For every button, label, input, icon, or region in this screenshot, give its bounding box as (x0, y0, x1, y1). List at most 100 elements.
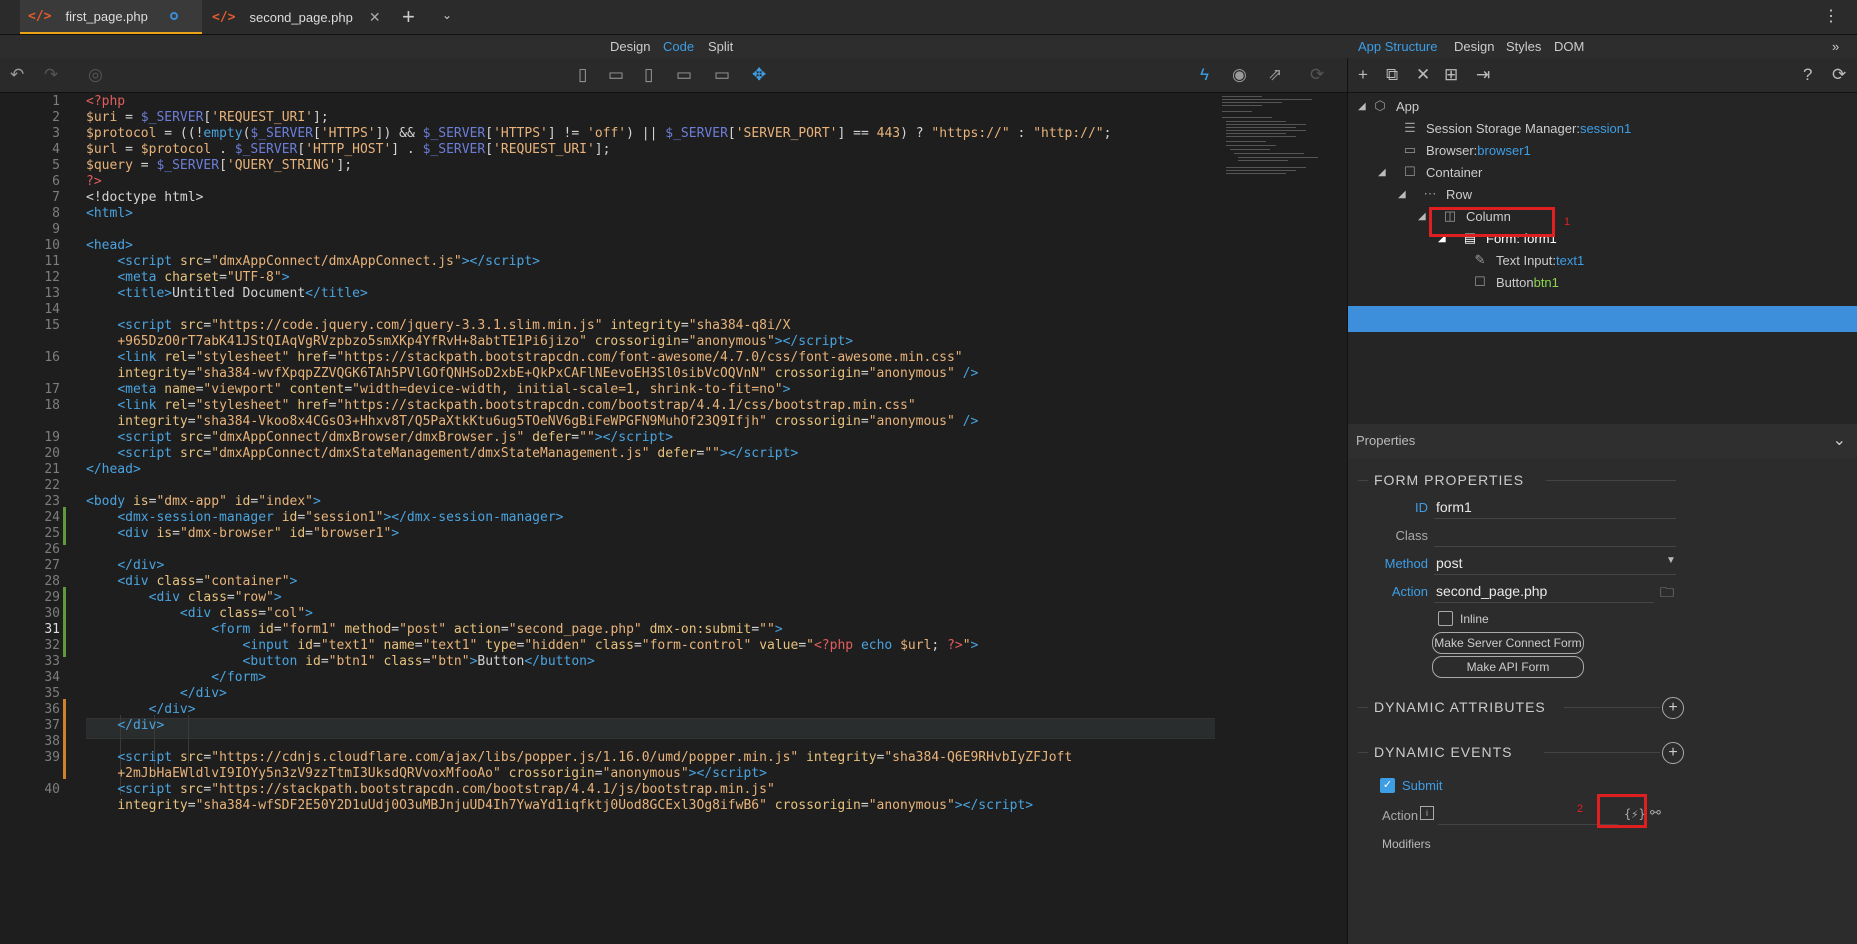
split-view-button[interactable]: Split (708, 39, 733, 54)
eye-preview-icon[interactable]: ◉ (1232, 65, 1247, 85)
code-line[interactable]: $uri = $_SERVER['REQUEST_URI']; (86, 110, 329, 125)
expand-panel-icon[interactable]: » (1832, 39, 1839, 54)
code-line[interactable]: ?> (86, 174, 102, 189)
code-line[interactable]: </div> (86, 558, 164, 573)
code-line[interactable]: <script src="dmxAppConnect/dmxBrowser/dm… (86, 430, 673, 445)
code-line[interactable]: <button id="btn1" class="btn">Button</bu… (86, 654, 595, 669)
code-line[interactable]: </form> (86, 670, 266, 685)
code-view-button[interactable]: Code (663, 39, 694, 54)
code-line[interactable]: <form id="form1" method="post" action="s… (86, 622, 782, 637)
tab-app-structure[interactable]: App Structure (1358, 39, 1438, 54)
code-line[interactable]: <script src="https://cdnjs.cloudflare.co… (86, 750, 1072, 765)
action-picker-icon[interactable]: ⚯ (1650, 805, 1661, 821)
refresh-icon[interactable]: ⟳ (1310, 65, 1324, 85)
code-line[interactable]: </div> (86, 686, 227, 701)
redo-icon[interactable]: ↷ (44, 65, 58, 85)
tablet-icon[interactable]: ▯ (644, 65, 653, 85)
code-line[interactable]: </div> (86, 702, 196, 717)
action-field[interactable]: second_page.php (1436, 583, 1547, 599)
desktop-icon[interactable]: ▭ (714, 65, 730, 85)
expand-triangle-icon[interactable]: ◢ (1358, 101, 1372, 112)
code-line[interactable]: <?php (86, 94, 125, 109)
chevron-down-icon[interactable]: ⌄ (442, 8, 452, 22)
code-line[interactable]: integrity="sha384-wvfXpqpZZVQGK6TAh5PVlG… (86, 366, 978, 381)
laptop-icon[interactable]: ▭ (676, 65, 692, 85)
code-line[interactable]: $protocol = ((!empty($_SERVER['HTTPS']) … (86, 126, 1111, 141)
tab-styles[interactable]: Styles (1506, 39, 1541, 54)
expand-triangle-icon[interactable]: ◢ (1378, 167, 1392, 178)
class-field[interactable] (1434, 546, 1676, 547)
code-line[interactable]: </head> (86, 462, 141, 477)
code-line[interactable]: <script src="dmxAppConnect/dmxAppConnect… (86, 254, 540, 269)
dynamic-events-heading: DYNAMIC EVENTS (1374, 744, 1513, 760)
add-icon[interactable]: + (1358, 65, 1368, 85)
tab-second-page[interactable]: </> second_page.php ✕ (204, 0, 390, 34)
help-icon[interactable]: ? (1803, 65, 1812, 85)
button-box-icon: ☐ (1474, 274, 1486, 289)
code-line[interactable]: <meta name="viewport" content="width=dev… (86, 382, 790, 397)
code-line[interactable]: <body is="dmx-app" id="index"> (86, 494, 321, 509)
code-line[interactable]: <div class="container"> (86, 574, 297, 589)
menu-icon[interactable]: ⋮ (1823, 6, 1839, 26)
close-tab-icon[interactable]: ✕ (369, 9, 381, 26)
code-line[interactable]: $query = $_SERVER['QUERY_STRING']; (86, 158, 352, 173)
collapse-chevron-icon[interactable]: ⌄ (1833, 430, 1846, 450)
code-line[interactable]: <dmx-session-manager id="session1"></dmx… (86, 510, 563, 525)
line-number: 6 (52, 174, 60, 189)
refresh-icon[interactable]: ⟳ (1832, 65, 1846, 85)
design-view-button[interactable]: Design (610, 39, 650, 54)
fluid-width-icon[interactable]: ✥ (752, 65, 766, 85)
code-line[interactable]: integrity="sha384-wfSDF2E50Y2D1uUdj0O3uM… (86, 798, 1033, 813)
code-line[interactable]: $url = $protocol . $_SERVER['HTTP_HOST']… (86, 142, 610, 157)
tab-dom[interactable]: DOM (1554, 39, 1584, 54)
tab-first-page[interactable]: </> first_page.php (20, 0, 202, 34)
tree-node-button[interactable]: ☐ Button btn1 (1472, 269, 1559, 295)
id-field[interactable]: form1 (1436, 499, 1472, 515)
code-line[interactable]: +2mJbHaEWldlvI9IOYy5n3zV9zzTtmI3UksdQRVv… (86, 766, 767, 781)
minimap[interactable] (1222, 93, 1332, 193)
properties-header[interactable]: Properties ⌄ (1348, 424, 1857, 458)
lightning-icon[interactable]: ϟ (1200, 65, 1209, 85)
code-line[interactable]: </div> (86, 718, 164, 733)
php-file-icon: </> (28, 8, 52, 24)
tab-design[interactable]: Design (1454, 39, 1494, 54)
phone-portrait-icon[interactable]: ▯ (578, 65, 587, 85)
move-icon[interactable]: ⇥ (1476, 65, 1490, 85)
phone-landscape-icon[interactable]: ▭ (608, 65, 624, 85)
code-line[interactable]: <div class="row"> (86, 590, 282, 605)
inline-checkbox[interactable] (1438, 611, 1453, 626)
code-line[interactable]: <title>Untitled Document</title> (86, 286, 367, 301)
code-line[interactable]: <input id="text1" name="text1" type="hid… (86, 638, 979, 653)
make-server-connect-form-button[interactable]: Make Server Connect Form (1432, 632, 1584, 654)
camera-icon[interactable]: ◎ (88, 65, 103, 85)
dropdown-caret-icon[interactable]: ▼ (1666, 555, 1676, 566)
code-line[interactable]: +965DzO0rT7abK41JStQIAqVgRVzpbzo5smXKp4Y… (86, 334, 853, 349)
share-icon[interactable]: ⇗ (1268, 65, 1282, 85)
code-line[interactable]: <meta charset="UTF-8"> (86, 270, 289, 285)
delete-icon[interactable]: ✕ (1416, 65, 1430, 85)
submit-event-checkbox[interactable]: ✓ (1380, 778, 1395, 793)
code-line[interactable]: <script src="https://stackpath.bootstrap… (86, 782, 774, 797)
code-line[interactable]: <script src="dmxAppConnect/dmxStateManag… (86, 446, 798, 461)
expand-triangle-icon[interactable]: ◢ (1398, 189, 1412, 200)
wrap-icon[interactable]: ⊞ (1444, 65, 1458, 85)
method-select[interactable]: post (1436, 555, 1462, 571)
code-line[interactable]: <html> (86, 206, 133, 221)
add-dynamic-attribute-button[interactable]: + (1662, 697, 1684, 719)
folder-open-icon[interactable]: 🗀 (1660, 582, 1674, 606)
add-dynamic-event-button[interactable]: + (1662, 742, 1684, 764)
code-line[interactable]: <div is="dmx-browser" id="browser1"> (86, 526, 399, 541)
code-line[interactable]: integrity="sha384-Vkoo8x4CGsO3+Hhxv8T/Q5… (86, 414, 978, 429)
code-line[interactable]: <link rel="stylesheet" href="https://sta… (86, 398, 915, 413)
undo-icon[interactable]: ↶ (10, 65, 24, 85)
code-line[interactable]: <!doctype html> (86, 190, 203, 205)
code-line[interactable]: <script src="https://code.jquery.com/jqu… (86, 318, 790, 333)
duplicate-icon[interactable]: ⧉ (1386, 65, 1398, 85)
info-icon[interactable]: i (1420, 806, 1434, 820)
code-line[interactable]: <link rel="stylesheet" href="https://sta… (86, 350, 962, 365)
code-editor[interactable]: <?php $uri = $_SERVER['REQUEST_URI']; $pro… (0, 93, 1347, 944)
make-api-form-button[interactable]: Make API Form (1432, 656, 1584, 678)
code-line[interactable]: <head> (86, 238, 133, 253)
new-tab-button[interactable]: + (402, 4, 415, 30)
code-line[interactable]: <div class="col"> (86, 606, 313, 621)
